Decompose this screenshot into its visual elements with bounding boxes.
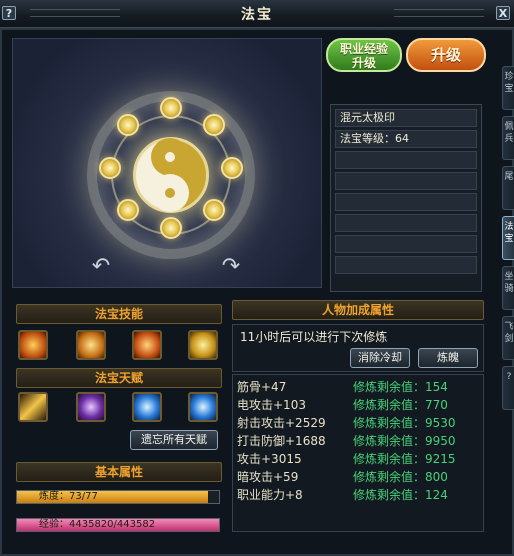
attr-row: 射击攻击+2529 修炼剩余值：9530 <box>237 414 481 432</box>
attr-remaining: 修炼剩余值：9530 <box>353 416 456 430</box>
window-title: 法宝 <box>241 7 273 23</box>
char-attrs-list: 筋骨+47 修炼剩余值：154 电攻击+103 修炼剩余值：770 射击攻击+2… <box>232 374 484 532</box>
talent-blue-rune-icon[interactable] <box>132 392 162 422</box>
refine-bar: 炼度：73/77 <box>16 490 220 504</box>
talent-blue-rune-icon[interactable] <box>188 392 218 422</box>
forget-talents-button[interactable]: 遗忘所有天赋 <box>130 430 218 450</box>
help-button[interactable]: ? <box>2 6 16 20</box>
exp-upgrade-label-2: 升级 <box>351 56 376 70</box>
attr-row: 职业能力+8 修炼剩余值：124 <box>237 486 481 504</box>
attr-name: 暗攻击+59 <box>237 470 299 484</box>
attr-remaining: 修炼剩余值：9950 <box>353 434 456 448</box>
artifact-orb-icon <box>160 97 182 119</box>
skills-section-title: 法宝技能 <box>16 304 222 324</box>
attr-remaining: 修炼剩余值：800 <box>353 470 448 484</box>
attr-remaining: 修炼剩余值：124 <box>353 488 448 502</box>
refine-bar-label: 炼度：73/77 <box>39 491 98 502</box>
side-tab-help[interactable]: ? <box>502 366 514 410</box>
artifact-orb-icon <box>203 114 225 136</box>
artifact-orb-icon <box>203 199 225 221</box>
attr-name: 筋骨+47 <box>237 380 287 394</box>
skill-fire-figure-icon[interactable] <box>132 330 162 360</box>
side-tab-flying-sword[interactable]: 飞剑 <box>502 316 514 360</box>
skill-golden-figure-icon[interactable] <box>188 330 218 360</box>
rotate-left-icon[interactable]: ↶ <box>89 255 113 279</box>
attr-row: 打击防御+1688 修炼剩余值：9950 <box>237 432 481 450</box>
artifact-orb-icon <box>221 157 243 179</box>
exp-upgrade-label-1: 职业经验 <box>339 42 388 56</box>
attr-remaining: 修炼剩余值：9215 <box>353 452 456 466</box>
artifact-showcase: ↶ ↷ <box>12 38 322 288</box>
side-tab-tail[interactable]: 尾 <box>502 166 514 210</box>
cooldown-text: 11小时后可以进行下次修炼 <box>240 330 388 344</box>
rotate-right-icon[interactable]: ↷ <box>219 255 243 279</box>
info-empty-row <box>335 172 477 190</box>
talent-lightning-strike-icon[interactable] <box>18 392 48 422</box>
side-tab-mount[interactable]: 坐骑 <box>502 266 514 310</box>
attr-name: 攻击+3015 <box>237 452 302 466</box>
artifact-info-panel: 混元太极印 法宝等级：64 <box>330 104 482 292</box>
artifact-orb-icon <box>99 157 121 179</box>
artifact-level: 法宝等级：64 <box>335 130 477 148</box>
attr-row: 攻击+3015 修炼剩余值：9215 <box>237 450 481 468</box>
artifact-orb-icon <box>160 217 182 239</box>
attr-name: 射击攻击+2529 <box>237 416 326 430</box>
attr-remaining: 修炼剩余值：770 <box>353 398 448 412</box>
exp-bar: 经验：4435820/443582 <box>16 518 220 532</box>
char-bonus-title: 人物加成属性 <box>232 300 484 320</box>
side-tab-bar: 珍宝 佩兵 尾 法宝 坐骑 飞剑 ? <box>502 66 514 416</box>
attr-row: 暗攻击+59 修炼剩余值：800 <box>237 468 481 486</box>
attr-row: 电攻击+103 修炼剩余值：770 <box>237 396 481 414</box>
yin-yang-dot <box>165 152 175 162</box>
basic-attrs-title: 基本属性 <box>16 462 222 482</box>
talents-section-title: 法宝天赋 <box>16 368 222 388</box>
skill-warrior-glow-icon[interactable] <box>18 330 48 360</box>
skill-yin-yang-icon[interactable] <box>76 330 106 360</box>
info-empty-row <box>335 214 477 232</box>
info-empty-row <box>335 256 477 274</box>
info-empty-row <box>335 235 477 253</box>
exp-bar-label: 经验：4435820/443582 <box>39 519 156 530</box>
artifact-orb-icon <box>117 114 139 136</box>
clear-cooldown-button[interactable]: 消除冷却 <box>350 348 410 368</box>
artifact-orb-icon <box>117 199 139 221</box>
exp-upgrade-button[interactable]: 职业经验 升级 <box>326 38 402 72</box>
side-tab-artifact[interactable]: 法宝 <box>502 216 514 260</box>
attr-name: 电攻击+103 <box>237 398 306 412</box>
info-empty-row <box>335 151 477 169</box>
attr-name: 打击防御+1688 <box>237 434 326 448</box>
attr-remaining: 修炼剩余值：154 <box>353 380 448 394</box>
side-tab-weapon[interactable]: 佩兵 <box>502 116 514 160</box>
yin-yang-dot <box>165 188 175 198</box>
close-button[interactable]: X <box>496 6 510 20</box>
attr-row: 筋骨+47 修炼剩余值：154 <box>237 378 481 396</box>
refine-button[interactable]: 炼魄 <box>418 348 478 368</box>
info-empty-row <box>335 193 477 211</box>
upgrade-button[interactable]: 升级 <box>406 38 486 72</box>
attr-name: 职业能力+8 <box>237 488 303 502</box>
side-tab-treasure[interactable]: 珍宝 <box>502 66 514 110</box>
talent-purple-eye-icon[interactable] <box>76 392 106 422</box>
artifact-name: 混元太极印 <box>335 109 477 127</box>
